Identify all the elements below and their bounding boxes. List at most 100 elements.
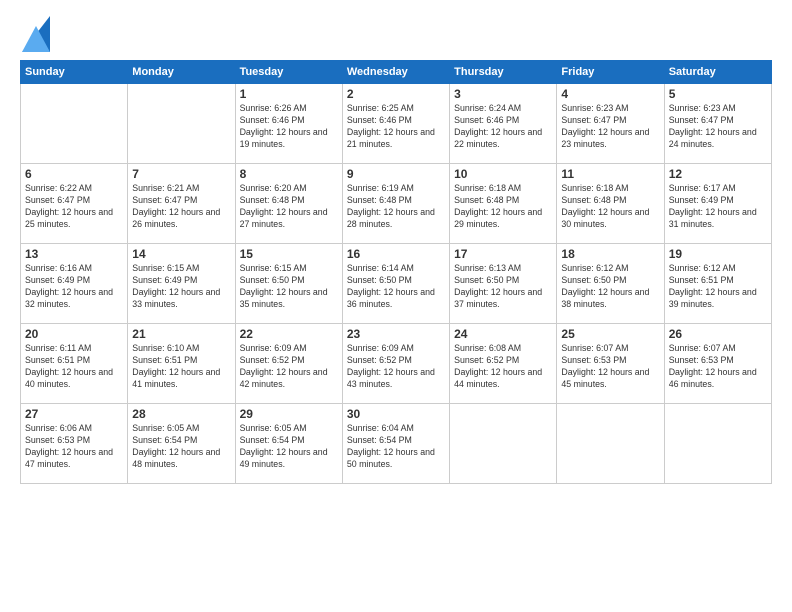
day-info: Sunrise: 6:14 AMSunset: 6:50 PMDaylight:…: [347, 263, 445, 311]
table-row: 24Sunrise: 6:08 AMSunset: 6:52 PMDayligh…: [450, 324, 557, 404]
table-row: 17 Sunrise: 6:13 AMSunset: 6:50 PMDayligh…: [450, 244, 557, 324]
sunset-label: Sunset: 6:52 PM: [454, 355, 519, 365]
daylight-label: Daylight: 12 hours and 25 minutes.: [25, 207, 113, 229]
sunrise-label: Sunrise: 6:12 AM: [561, 263, 628, 273]
col-tuesday: Tuesday: [235, 61, 342, 84]
day-info: Sunrise: 6:08 AMSunset: 6:52 PMDaylight:…: [454, 343, 552, 391]
day-number: 13: [25, 247, 123, 261]
day-number: 9: [347, 167, 445, 181]
daylight-label: Daylight: 12 hours and 27 minutes.: [240, 207, 328, 229]
table-row: 2Sunrise: 6:25 AMSunset: 6:46 PMDaylight…: [342, 84, 449, 164]
day-info: Sunrise: 6:17 AMSunset: 6:49 PMDaylight:…: [669, 183, 767, 231]
sunrise-label: Sunrise: 6:12 AM: [669, 263, 736, 273]
daylight-label: Daylight: 12 hours and 46 minutes.: [669, 367, 757, 389]
sunset-label: Sunset: 6:53 PM: [25, 435, 90, 445]
day-number: 5: [669, 87, 767, 101]
sunset-label: Sunset: 6:52 PM: [347, 355, 412, 365]
daylight-label: Daylight: 12 hours and 30 minutes.: [561, 207, 649, 229]
day-number: 11: [561, 167, 659, 181]
table-row: 29Sunrise: 6:05 AMSunset: 6:54 PMDayligh…: [235, 404, 342, 484]
table-row: 18 Sunrise: 6:12 AMSunset: 6:50 PMDayligh…: [557, 244, 664, 324]
day-number: 25: [561, 327, 659, 341]
calendar-week-row: 6Sunrise: 6:22 AMSunset: 6:47 PMDaylight…: [21, 164, 772, 244]
sunrise-label: Sunrise: 6:22 AM: [25, 183, 92, 193]
day-info: Sunrise: 6:13 AMSunset: 6:50 PMDaylight:…: [454, 263, 552, 311]
table-row: [450, 404, 557, 484]
day-info: Sunrise: 6:09 AMSunset: 6:52 PMDaylight:…: [240, 343, 338, 391]
day-number: 7: [132, 167, 230, 181]
sunset-label: Sunset: 6:51 PM: [25, 355, 90, 365]
day-info: Sunrise: 6:06 AMSunset: 6:53 PMDaylight:…: [25, 423, 123, 471]
daylight-label: Daylight: 12 hours and 35 minutes.: [240, 287, 328, 309]
day-number: 27: [25, 407, 123, 421]
table-row: 6Sunrise: 6:22 AMSunset: 6:47 PMDaylight…: [21, 164, 128, 244]
sunset-label: Sunset: 6:48 PM: [347, 195, 412, 205]
daylight-label: Daylight: 12 hours and 47 minutes.: [25, 447, 113, 469]
sunrise-label: Sunrise: 6:04 AM: [347, 423, 414, 433]
sunrise-label: Sunrise: 6:11 AM: [25, 343, 91, 353]
day-number: 8: [240, 167, 338, 181]
sunrise-label: Sunrise: 6:20 AM: [240, 183, 307, 193]
sunset-label: Sunset: 6:48 PM: [561, 195, 626, 205]
table-row: 22 Sunrise: 6:09 AMSunset: 6:52 PMDayligh…: [235, 324, 342, 404]
day-number: 18: [561, 247, 659, 261]
sunrise-label: Sunrise: 6:09 AM: [347, 343, 414, 353]
sunrise-label: Sunrise: 6:05 AM: [132, 423, 199, 433]
calendar-table: Sunday Monday Tuesday Wednesday Thursday…: [20, 60, 772, 484]
sunrise-label: Sunrise: 6:15 AM: [240, 263, 307, 273]
sunset-label: Sunset: 6:48 PM: [454, 195, 519, 205]
sunset-label: Sunset: 6:49 PM: [25, 275, 90, 285]
day-number: 16: [347, 247, 445, 261]
daylight-label: Daylight: 12 hours and 36 minutes.: [347, 287, 435, 309]
sunrise-label: Sunrise: 6:23 AM: [561, 103, 628, 113]
daylight-label: Daylight: 12 hours and 31 minutes.: [669, 207, 757, 229]
day-info: Sunrise: 6:12 AMSunset: 6:50 PMDaylight:…: [561, 263, 659, 311]
table-row: [557, 404, 664, 484]
col-monday: Monday: [128, 61, 235, 84]
col-saturday: Saturday: [664, 61, 771, 84]
table-row: 27 Sunrise: 6:06 AMSunset: 6:53 PMDayligh…: [21, 404, 128, 484]
header: [20, 16, 772, 52]
day-number: 29: [240, 407, 338, 421]
day-number: 22: [240, 327, 338, 341]
sunset-label: Sunset: 6:46 PM: [240, 115, 305, 125]
sunset-label: Sunset: 6:50 PM: [454, 275, 519, 285]
sunset-label: Sunset: 6:54 PM: [132, 435, 197, 445]
table-row: 30Sunrise: 6:04 AMSunset: 6:54 PMDayligh…: [342, 404, 449, 484]
table-row: [664, 404, 771, 484]
sunrise-label: Sunrise: 6:18 AM: [454, 183, 521, 193]
day-number: 17: [454, 247, 552, 261]
sunrise-label: Sunrise: 6:07 AM: [669, 343, 736, 353]
day-info: Sunrise: 6:25 AMSunset: 6:46 PMDaylight:…: [347, 103, 445, 151]
day-number: 23: [347, 327, 445, 341]
table-row: [128, 84, 235, 164]
daylight-label: Daylight: 12 hours and 21 minutes.: [347, 127, 435, 149]
day-info: Sunrise: 6:15 AMSunset: 6:49 PMDaylight:…: [132, 263, 230, 311]
day-number: 26: [669, 327, 767, 341]
daylight-label: Daylight: 12 hours and 24 minutes.: [669, 127, 757, 149]
day-info: Sunrise: 6:21 AMSunset: 6:47 PMDaylight:…: [132, 183, 230, 231]
day-number: 20: [25, 327, 123, 341]
table-row: 13Sunrise: 6:16 AMSunset: 6:49 PMDayligh…: [21, 244, 128, 324]
sunset-label: Sunset: 6:52 PM: [240, 355, 305, 365]
sunset-label: Sunset: 6:49 PM: [132, 275, 197, 285]
day-info: Sunrise: 6:19 AMSunset: 6:48 PMDaylight:…: [347, 183, 445, 231]
col-wednesday: Wednesday: [342, 61, 449, 84]
sunrise-label: Sunrise: 6:17 AM: [669, 183, 736, 193]
daylight-label: Daylight: 12 hours and 45 minutes.: [561, 367, 649, 389]
col-sunday: Sunday: [21, 61, 128, 84]
table-row: 15Sunrise: 6:15 AMSunset: 6:50 PMDayligh…: [235, 244, 342, 324]
daylight-label: Daylight: 12 hours and 32 minutes.: [25, 287, 113, 309]
table-row: 16 Sunrise: 6:14 AMSunset: 6:50 PMDayligh…: [342, 244, 449, 324]
daylight-label: Daylight: 12 hours and 43 minutes.: [347, 367, 435, 389]
day-info: Sunrise: 6:15 AMSunset: 6:50 PMDaylight:…: [240, 263, 338, 311]
sunset-label: Sunset: 6:51 PM: [669, 275, 734, 285]
daylight-label: Daylight: 12 hours and 44 minutes.: [454, 367, 542, 389]
daylight-label: Daylight: 12 hours and 41 minutes.: [132, 367, 220, 389]
day-info: Sunrise: 6:07 AMSunset: 6:53 PMDaylight:…: [561, 343, 659, 391]
sunset-label: Sunset: 6:54 PM: [240, 435, 305, 445]
sunset-label: Sunset: 6:51 PM: [132, 355, 197, 365]
day-info: Sunrise: 6:20 AMSunset: 6:48 PMDaylight:…: [240, 183, 338, 231]
table-row: 19Sunrise: 6:12 AMSunset: 6:51 PMDayligh…: [664, 244, 771, 324]
day-number: 14: [132, 247, 230, 261]
